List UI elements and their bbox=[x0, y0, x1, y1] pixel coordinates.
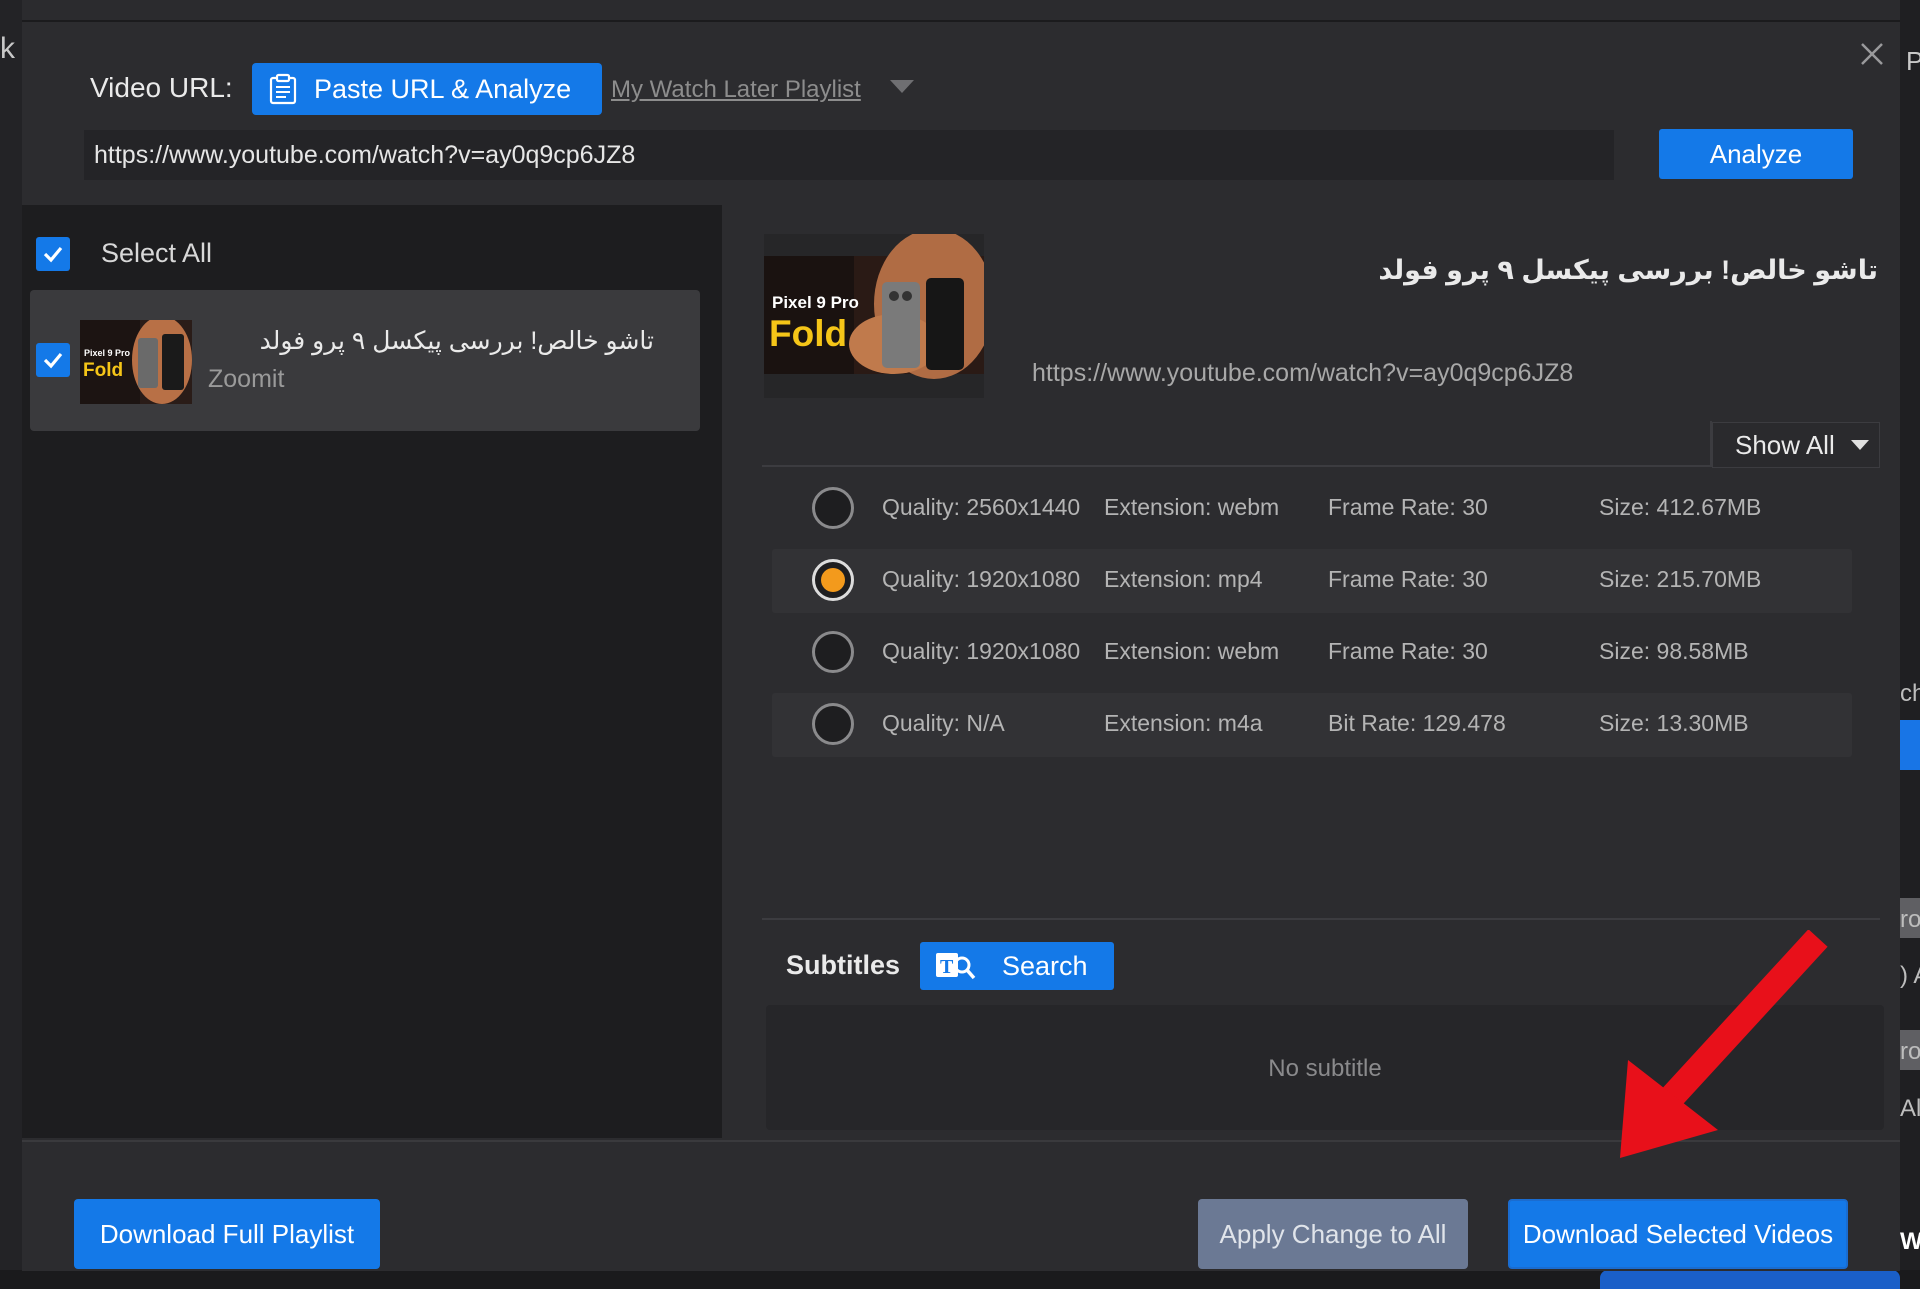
divider bbox=[762, 465, 1712, 467]
background-text-fragment: P bbox=[1906, 46, 1920, 76]
video-item-channel: Zoomit bbox=[208, 365, 285, 393]
video-url-label: Video URL: bbox=[90, 72, 233, 103]
show-all-label: Show All bbox=[1735, 429, 1835, 460]
format-extension: Extension: webm bbox=[1104, 638, 1280, 664]
background-text-fragment: W bbox=[1900, 1228, 1920, 1255]
background-text-fragment: ch bbox=[1900, 680, 1920, 707]
format-rate: Frame Rate: 30 bbox=[1328, 566, 1488, 592]
subtitles-label: Subtitles bbox=[786, 950, 901, 980]
background-text-fragment: ) A bbox=[1900, 962, 1920, 989]
format-size: Size: 13.30MB bbox=[1599, 710, 1749, 736]
checkmark-icon bbox=[43, 246, 63, 263]
format-row[interactable]: Quality: N/A Extension: m4a Bit Rate: 12… bbox=[772, 693, 1852, 757]
background-text-fragment: ro bbox=[1900, 1038, 1920, 1065]
video-thumbnail: Pixel 9 Pro Fold bbox=[80, 320, 192, 404]
video-thumbnail-large: Pixel 9 Pro Fold bbox=[764, 234, 984, 398]
subtitle-search-button[interactable]: T Search bbox=[920, 942, 1114, 990]
format-quality: Quality: 2560x1440 bbox=[882, 494, 1081, 520]
chevron-down-icon[interactable] bbox=[890, 80, 914, 93]
watch-later-playlist-link[interactable]: My Watch Later Playlist bbox=[611, 76, 861, 104]
close-button[interactable] bbox=[1852, 34, 1892, 74]
svg-text:Pixel 9 Pro: Pixel 9 Pro bbox=[84, 348, 131, 358]
svg-text:Pixel 9 Pro: Pixel 9 Pro bbox=[772, 293, 859, 312]
background-text-fragment: Al bbox=[1900, 1095, 1920, 1122]
svg-text:T: T bbox=[940, 956, 954, 978]
background-blue-button bbox=[1900, 720, 1920, 770]
format-list: Quality: 2560x1440 Extension: webm Frame… bbox=[772, 477, 1852, 765]
paste-url-analyze-label: Paste URL & Analyze bbox=[314, 73, 572, 104]
format-size: Size: 412.67MB bbox=[1599, 494, 1762, 520]
select-all-checkbox[interactable] bbox=[36, 237, 70, 271]
list-item[interactable]: Pixel 9 Pro Fold تاشو خالص! بررسی پیکسل … bbox=[30, 290, 700, 431]
format-extension: Extension: m4a bbox=[1104, 710, 1263, 736]
format-extension: Extension: webm bbox=[1104, 494, 1280, 520]
format-extension: Extension: mp4 bbox=[1104, 566, 1263, 592]
apply-change-to-all-button[interactable]: Apply Change to All bbox=[1198, 1199, 1468, 1269]
background-app-topbar bbox=[0, 0, 1920, 20]
format-quality: Quality: N/A bbox=[882, 710, 1005, 736]
background-app-right-edge: P ch ro ) A ro Al W bbox=[1900, 0, 1920, 1289]
format-row[interactable]: Quality: 2560x1440 Extension: webm Frame… bbox=[772, 477, 1852, 541]
format-size: Size: 215.70MB bbox=[1599, 566, 1762, 592]
background-app-bottom-edge bbox=[0, 1270, 1920, 1289]
format-rate: Bit Rate: 129.478 bbox=[1328, 710, 1506, 736]
format-radio[interactable] bbox=[812, 631, 854, 673]
background-text-fragment: k bbox=[0, 32, 15, 65]
video-item-title: تاشو خالص! بررسی پیکسل ۹ پرو فولد bbox=[259, 327, 654, 355]
format-quality: Quality: 1920x1080 bbox=[882, 638, 1081, 664]
format-rate: Frame Rate: 30 bbox=[1328, 638, 1488, 664]
format-radio-selected[interactable] bbox=[812, 559, 854, 601]
video-item-checkbox[interactable] bbox=[36, 343, 70, 377]
background-blue-bar bbox=[1600, 1270, 1900, 1289]
format-size: Size: 98.58MB bbox=[1599, 638, 1749, 664]
select-all-label: Select All bbox=[101, 238, 213, 268]
checkmark-icon bbox=[43, 352, 63, 369]
paste-url-analyze-button[interactable]: Paste URL & Analyze bbox=[252, 63, 602, 115]
background-text-fragment: ro bbox=[1900, 906, 1920, 933]
background-app-left-edge: k bbox=[0, 0, 22, 1289]
svg-text:Fold: Fold bbox=[769, 313, 847, 354]
close-icon bbox=[1861, 43, 1883, 65]
format-row[interactable]: Quality: 1920x1080 Extension: mp4 Frame … bbox=[772, 549, 1852, 613]
download-selected-videos-button[interactable]: Download Selected Videos bbox=[1508, 1199, 1848, 1269]
subtitle-search-label: Search bbox=[1002, 950, 1088, 981]
video-title: تاشو خالص! بررسی پیکسل ۹ پرو فولد bbox=[1378, 255, 1878, 285]
format-radio[interactable] bbox=[812, 703, 854, 745]
annotation-arrow-icon bbox=[1620, 930, 1828, 1158]
divider bbox=[762, 918, 1880, 920]
format-rate: Frame Rate: 30 bbox=[1328, 494, 1488, 520]
video-url-text: https://www.youtube.com/watch?v=ay0q9cp6… bbox=[1032, 359, 1574, 387]
subtitle-search-icon: T bbox=[936, 953, 976, 980]
video-list-pane: Select All Pixel 9 Pro Fold تاشو خالص! ب… bbox=[22, 205, 722, 1138]
format-row[interactable]: Quality: 1920x1080 Extension: webm Frame… bbox=[772, 621, 1852, 685]
svg-text:Fold: Fold bbox=[83, 360, 123, 381]
clipboard-icon bbox=[269, 73, 297, 105]
format-radio[interactable] bbox=[812, 487, 854, 529]
format-quality: Quality: 1920x1080 bbox=[882, 566, 1081, 592]
chevron-down-icon bbox=[1850, 440, 1869, 450]
download-full-playlist-button[interactable]: Download Full Playlist bbox=[74, 1199, 380, 1269]
show-all-dropdown[interactable]: Show All bbox=[1712, 422, 1880, 468]
analyze-button[interactable]: Analyze bbox=[1659, 129, 1853, 179]
video-url-input[interactable] bbox=[84, 130, 1614, 180]
